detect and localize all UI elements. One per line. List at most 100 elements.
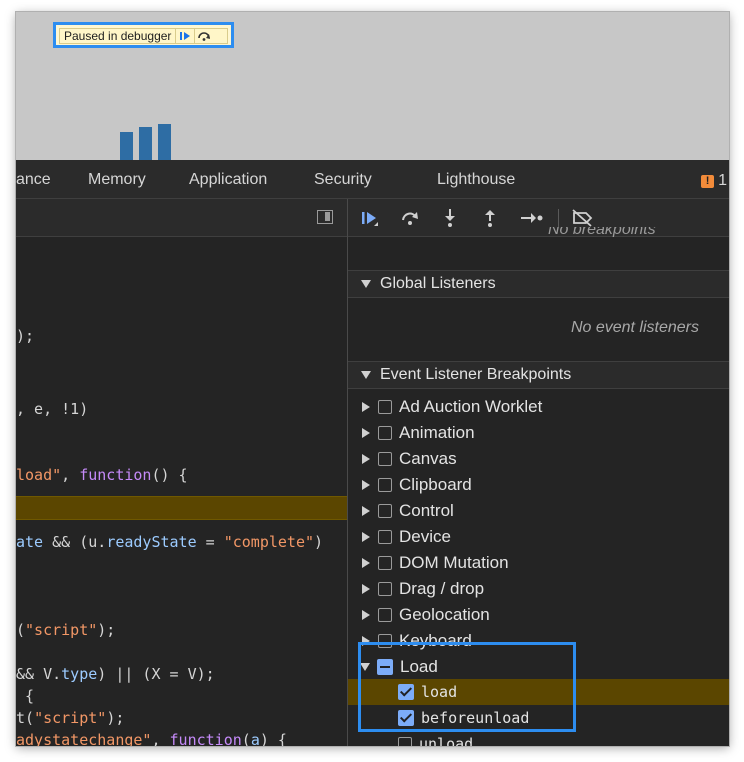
screenshot-frame: Paused in debugger ance Memory Applicati…	[16, 12, 729, 746]
checkbox[interactable]	[378, 400, 392, 414]
checkbox[interactable]	[378, 426, 392, 440]
category-label: Geolocation	[399, 605, 490, 624]
code-line: load", function() {	[16, 466, 188, 484]
breakpoint-category[interactable]: Ad Auction Worklet	[348, 394, 729, 420]
tab-application[interactable]: Application	[189, 171, 267, 189]
breakpoint-label: load	[421, 683, 458, 701]
paused-execution-line	[16, 496, 347, 520]
event-listener-breakpoints-header[interactable]: Event Listener Breakpoints	[348, 361, 729, 389]
category-label: DOM Mutation	[399, 553, 509, 572]
code-line: , e, !1)	[16, 400, 89, 418]
breakpoint-item-load[interactable]: load	[348, 679, 729, 705]
step-over-icon[interactable]	[194, 29, 213, 43]
breakpoints-empty-message: No breakpoints	[548, 227, 656, 237]
category-label: Load	[400, 657, 438, 676]
step-into-icon[interactable]	[438, 207, 462, 229]
checkbox-checked[interactable]	[398, 710, 414, 726]
resume-icon[interactable]	[358, 207, 382, 229]
section-title: Global Listeners	[380, 275, 496, 292]
collapse-triangle-icon	[361, 371, 371, 379]
issues-counter[interactable]: ! 1	[701, 172, 727, 190]
checkbox[interactable]	[398, 737, 412, 746]
no-event-listeners-message: No event listeners	[570, 319, 699, 336]
issue-count: 1	[718, 172, 727, 189]
paused-overlay-highlight: Paused in debugger	[53, 22, 234, 48]
tab-performance[interactable]: ance	[16, 171, 51, 189]
devtools-panel: ance Memory Application Security Lightho…	[16, 160, 729, 746]
breakpoint-category[interactable]: Drag / drop	[348, 576, 729, 602]
breakpoint-label: unload	[419, 735, 474, 746]
breakpoint-category[interactable]: Device	[348, 524, 729, 550]
checkbox[interactable]	[378, 504, 392, 518]
expand-triangle-icon[interactable]	[362, 402, 370, 412]
code-line: adystatechange", function(a) {	[16, 731, 287, 746]
checkbox[interactable]	[378, 556, 392, 570]
category-label: Clipboard	[399, 475, 472, 494]
breakpoint-label: beforeunload	[421, 709, 530, 727]
tab-lighthouse[interactable]: Lighthouse	[437, 171, 515, 189]
breakpoint-category[interactable]: Control	[348, 498, 729, 524]
debugger-toolbar: No breakpoints	[348, 199, 729, 237]
expand-triangle-icon[interactable]	[362, 558, 370, 568]
toolbar-separator	[558, 209, 559, 227]
category-label: Control	[399, 501, 454, 520]
breakpoint-category[interactable]: Clipboard	[348, 472, 729, 498]
checkbox[interactable]	[378, 478, 392, 492]
paused-in-debugger-overlay: Paused in debugger	[59, 28, 228, 44]
toggle-sidebar-icon[interactable]	[317, 210, 333, 224]
global-listeners-header[interactable]: Global Listeners	[348, 270, 729, 298]
category-label: Drag / drop	[399, 579, 485, 598]
step-out-icon[interactable]	[478, 207, 502, 229]
breakpoint-category-load[interactable]: Load	[348, 654, 729, 680]
breakpoint-item-beforeunload[interactable]: beforeunload	[348, 705, 729, 731]
source-code-pane: ); , e, !1) load", function() { ate && (…	[16, 199, 347, 746]
expand-triangle-icon[interactable]	[362, 610, 370, 620]
deactivate-breakpoints-icon[interactable]	[570, 207, 594, 229]
tab-security[interactable]: Security	[314, 171, 372, 189]
paused-label: Paused in debugger	[64, 29, 172, 43]
code-line: {	[16, 687, 35, 705]
checkbox-indeterminate[interactable]	[377, 659, 393, 675]
checkbox[interactable]	[378, 452, 392, 466]
breakpoint-category[interactable]: DOM Mutation	[348, 550, 729, 576]
code-line: );	[16, 327, 35, 345]
expand-triangle-icon[interactable]	[362, 532, 370, 542]
category-label: Ad Auction Worklet	[399, 397, 543, 416]
category-label: Keyboard	[399, 631, 472, 650]
debugger-sidebar: No breakpoints Global Listeners No event…	[348, 199, 729, 746]
step-icon[interactable]	[520, 207, 544, 229]
checkbox[interactable]	[378, 608, 392, 622]
expand-triangle-icon[interactable]	[362, 636, 370, 646]
tab-memory[interactable]: Memory	[88, 171, 146, 189]
category-label: Canvas	[399, 449, 457, 468]
category-label: Device	[399, 527, 451, 546]
category-label: Animation	[399, 423, 475, 442]
checkbox[interactable]	[378, 634, 392, 648]
expand-triangle-icon[interactable]	[362, 428, 370, 438]
expand-triangle-icon[interactable]	[362, 584, 370, 594]
source-toolbar	[16, 199, 347, 237]
expand-triangle-icon[interactable]	[362, 506, 370, 516]
expand-triangle-icon[interactable]	[362, 480, 370, 490]
code-line: ate && (u.readyState = "complete")	[16, 533, 324, 551]
step-over-icon[interactable]	[398, 207, 422, 229]
checkbox[interactable]	[378, 582, 392, 596]
devtools-tabbar: ance Memory Application Security Lightho…	[16, 160, 729, 199]
code-line: t("script");	[16, 709, 125, 727]
code-line: ("script");	[16, 621, 116, 639]
page-bar	[158, 124, 171, 160]
breakpoint-item-unload[interactable]: unload	[348, 731, 729, 746]
breakpoint-category[interactable]: Geolocation	[348, 602, 729, 628]
breakpoint-category[interactable]: Keyboard	[348, 628, 729, 654]
breakpoint-category[interactable]: Canvas	[348, 446, 729, 472]
resume-icon[interactable]	[175, 29, 194, 43]
collapse-triangle-icon[interactable]	[360, 663, 370, 671]
checkbox-checked[interactable]	[398, 684, 414, 700]
page-bar	[120, 132, 133, 160]
expand-triangle-icon[interactable]	[362, 454, 370, 464]
collapse-triangle-icon	[361, 280, 371, 288]
breakpoint-category[interactable]: Animation	[348, 420, 729, 446]
checkbox[interactable]	[378, 530, 392, 544]
page-bar	[139, 127, 152, 160]
section-title: Event Listener Breakpoints	[380, 366, 572, 383]
